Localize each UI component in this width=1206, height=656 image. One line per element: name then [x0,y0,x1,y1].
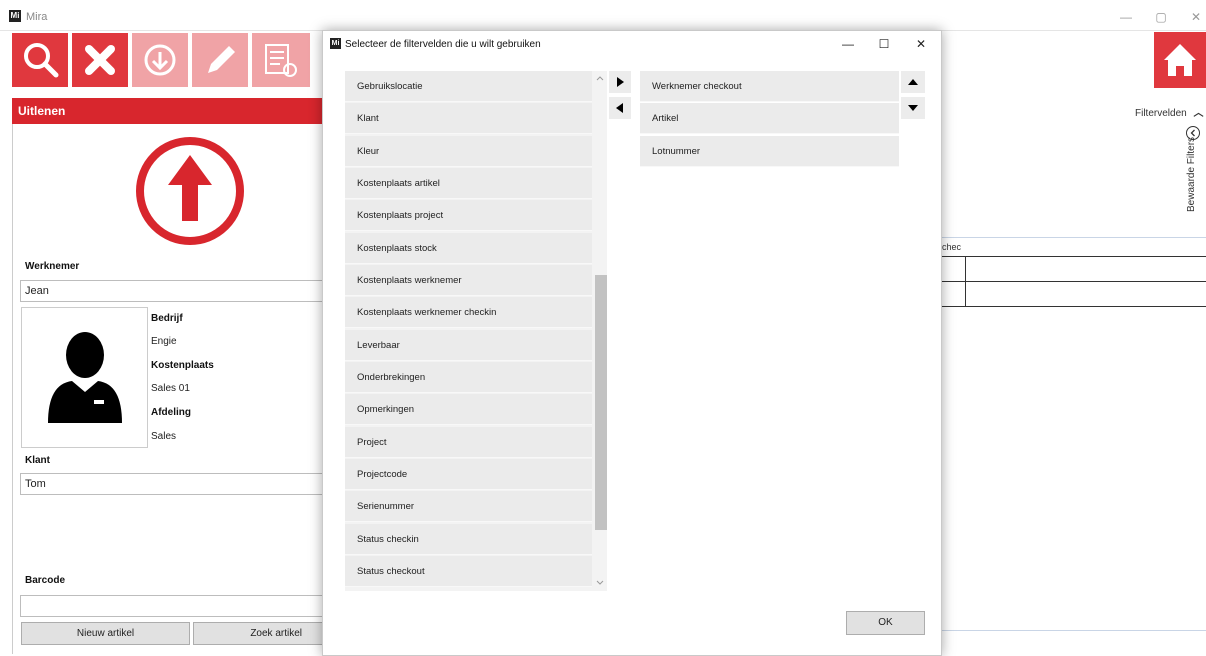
new-article-button[interactable]: Nieuw artikel [21,622,190,645]
grid-line [940,256,1206,257]
grid-divider [940,237,1206,238]
grid-line [965,256,966,306]
barcode-input[interactable] [20,595,325,617]
list-item[interactable]: Project [345,427,592,458]
grid-column-header[interactable]: chec [942,242,961,252]
list-item[interactable]: Projectcode [345,459,592,490]
pencil-icon [208,46,235,73]
available-fields-list[interactable]: Gebruikslocatie Klant Kleur Kostenplaats… [345,71,605,591]
window-maximize-button[interactable]: ▢ [1149,6,1173,28]
saved-filters-label[interactable]: Bewaarde Filters [1186,137,1197,212]
dialog-logo: Mi [330,38,341,49]
klant-field[interactable]: Tom [20,473,325,495]
edit-button[interactable] [192,33,248,87]
triangle-right-icon [617,77,624,87]
bottom-divider [940,630,1206,631]
available-list-scrollbar[interactable] [593,71,607,591]
add-field-button[interactable] [609,71,631,93]
triangle-up-icon [908,79,918,85]
panel-header: Uitlenen [12,98,332,124]
dialog-minimize-button[interactable]: — [833,33,863,55]
window-close-button[interactable]: ✕ [1184,6,1206,28]
list-item[interactable]: Artikel [640,103,899,134]
dialog-title: Selecteer de filtervelden die u wilt geb… [345,39,541,50]
move-down-button[interactable] [901,97,925,119]
list-item[interactable]: Kostenplaats werknemer checkin [345,297,592,328]
settings-list-button[interactable] [252,33,310,87]
list-item[interactable]: Klant [345,103,592,134]
list-item[interactable]: Kleur [345,136,592,167]
home-icon [1164,44,1196,76]
klant-label: Klant [25,455,50,466]
close-icon [85,45,115,75]
search-article-button[interactable]: Zoek artikel [193,622,325,645]
list-item[interactable]: Status checkin [345,524,592,555]
search-button[interactable] [12,33,68,87]
list-item[interactable]: Kostenplaats stock [345,233,592,264]
scroll-thumb[interactable] [595,275,607,530]
download-button[interactable] [132,33,188,87]
list-item[interactable]: Kostenplaats artikel [345,168,592,199]
search-icon [24,43,59,78]
avatar [21,307,148,448]
filtervelden-label: Filtervelden [1135,108,1187,119]
ok-button[interactable]: OK [846,611,925,635]
window-minimize-button[interactable]: — [1114,6,1138,28]
werknemer-field[interactable]: Jean [20,280,325,302]
window-title: Mira [26,11,48,23]
kostenplaats-label: Kostenplaats [151,360,214,371]
list-item[interactable]: Werknemer checkout [640,71,899,102]
triangle-down-icon [908,105,918,111]
afdeling-value: Sales [151,431,177,442]
grid-line [940,281,1206,282]
app-logo: Mi [9,10,21,22]
download-icon [144,44,176,76]
grid-line [940,306,1206,307]
list-item[interactable]: Kostenplaats werknemer [345,265,592,296]
settings-list-icon [265,44,297,77]
list-item[interactable]: Opmerkingen [345,394,592,425]
list-item[interactable]: Onderbrekingen [345,362,592,393]
list-item[interactable]: Serienummer [345,491,592,522]
home-button[interactable] [1154,32,1206,88]
move-up-button[interactable] [901,71,925,93]
bedrijf-value: Engie [151,336,177,347]
window-title-bar [0,0,1206,31]
afdeling-label: Afdeling [151,407,191,418]
werknemer-label: Werknemer [25,261,80,272]
filter-dialog: Mi Selecteer de filtervelden die u wilt … [322,30,942,656]
chevron-up-icon: ︿ [1193,108,1204,119]
person-icon [48,332,122,423]
filtervelden-toggle[interactable]: Filtervelden ︿ [1135,104,1203,119]
bedrijf-label: Bedrijf [151,313,183,324]
selected-fields-list[interactable]: Werknemer checkout Artikel Lotnummer [640,71,899,167]
scroll-down-icon[interactable] [595,579,605,587]
dialog-maximize-button[interactable]: ☐ [869,33,899,55]
remove-field-button[interactable] [609,97,631,119]
list-item[interactable]: Kostenplaats project [345,200,592,231]
list-item[interactable]: Lotnummer [640,136,899,167]
barcode-label: Barcode [25,575,66,586]
arrow-up-circle-icon [136,137,244,245]
triangle-left-icon [616,103,623,113]
list-item[interactable]: Status checkout [345,556,592,587]
list-item[interactable]: Leverbaar [345,330,592,361]
dialog-close-button[interactable]: ✕ [906,33,936,55]
list-item[interactable]: Gebruikslocatie [345,71,592,102]
delete-button[interactable] [72,33,128,87]
kostenplaats-value: Sales 01 [151,383,190,394]
scroll-up-icon[interactable] [595,74,605,82]
